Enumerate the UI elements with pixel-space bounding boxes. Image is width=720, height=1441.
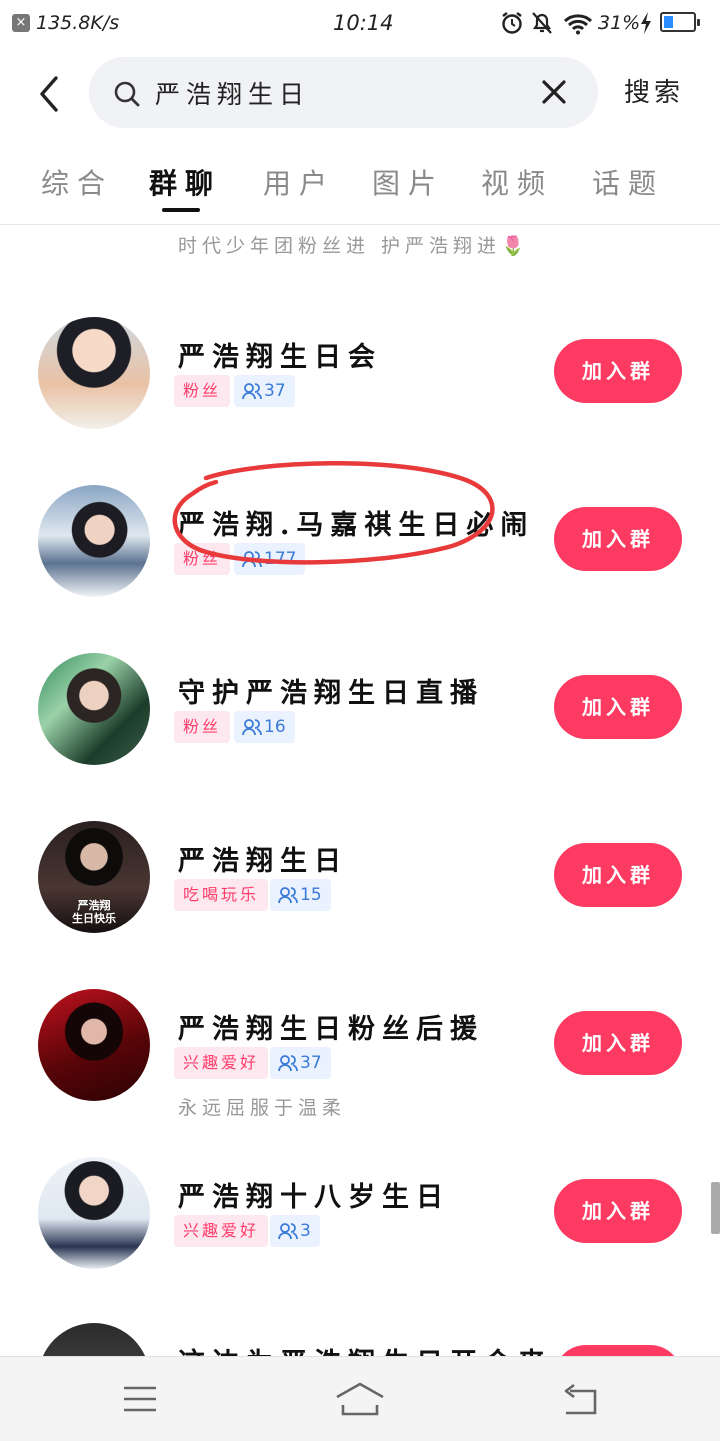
- member-count: 37: [270, 1047, 331, 1079]
- tab-comprehensive[interactable]: 综合: [41, 162, 113, 202]
- system-nav-bar: [0, 1356, 720, 1441]
- status-bar: × 135.8K/s 10:14 31%: [0, 0, 720, 46]
- tab-bar: 综合 群聊 用户 图片 视频 话题: [0, 148, 720, 225]
- group-description: 时代少年团粉丝进 护严浩翔进🌷: [178, 235, 530, 257]
- join-group-button[interactable]: 加入群: [554, 843, 682, 907]
- avatar: [38, 485, 150, 597]
- home-icon[interactable]: [334, 1381, 386, 1417]
- list-item-partial-bottom[interactable]: 这边为严浩翔生日开会来: [0, 1323, 720, 1356]
- network-speed: 135.8K/s: [36, 12, 120, 34]
- tab-topics[interactable]: 话题: [592, 162, 664, 202]
- avatar: [38, 317, 150, 429]
- group-result-list: 时代少年团粉丝进 护严浩翔进🌷 严浩翔生日会 粉丝 37 加入群 严浩翔.马嘉祺…: [0, 225, 720, 1356]
- join-group-button[interactable]: 加入群: [554, 1179, 682, 1243]
- member-count: 177: [234, 543, 306, 575]
- member-count-value: 16: [264, 717, 286, 737]
- members-icon: [278, 1223, 298, 1240]
- join-group-button[interactable]: 加入群: [554, 1011, 682, 1075]
- menu-icon[interactable]: [122, 1385, 158, 1413]
- list-item[interactable]: 守护严浩翔生日直播 粉丝 16 加入群: [0, 653, 720, 821]
- member-count-value: 3: [300, 1221, 311, 1241]
- group-name: 严浩翔生日粉丝后援: [178, 1014, 484, 1045]
- list-item[interactable]: 严浩翔 生日快乐 严浩翔生日 吃喝玩乐 15 加入群: [0, 821, 720, 989]
- category-tag: 兴趣爱好: [174, 1215, 269, 1247]
- search-box[interactable]: 严浩翔生日: [89, 57, 598, 128]
- active-tab-indicator: [162, 208, 200, 212]
- clear-icon[interactable]: [541, 79, 567, 105]
- scrollbar[interactable]: [711, 1182, 720, 1234]
- avatar-caption: 严浩翔: [77, 899, 111, 912]
- search-button[interactable]: 搜索: [624, 72, 684, 109]
- member-count-value: 15: [300, 885, 322, 905]
- back-arrow-icon[interactable]: [34, 74, 70, 114]
- avatar: [38, 653, 150, 765]
- category-tag: 兴趣爱好: [174, 1047, 269, 1079]
- avatar: [38, 1323, 150, 1356]
- avatar: [38, 989, 150, 1101]
- members-icon: [242, 551, 262, 568]
- list-item[interactable]: 严浩翔生日会 粉丝 37 加入群: [0, 317, 720, 485]
- list-item-partial-top[interactable]: 时代少年团粉丝进 护严浩翔进🌷: [0, 225, 720, 261]
- tab-videos[interactable]: 视频: [481, 162, 553, 202]
- member-count-value: 37: [300, 1053, 322, 1073]
- notification-close-icon: ×: [12, 14, 30, 32]
- search-input[interactable]: 严浩翔生日: [155, 75, 310, 111]
- list-item[interactable]: 严浩翔生日粉丝后援 兴趣爱好 37 永远屈服于温柔 加入群: [0, 989, 720, 1157]
- category-tag: 粉丝: [174, 543, 231, 575]
- group-name: 严浩翔十八岁生日: [178, 1182, 450, 1213]
- join-group-button[interactable]: 加入群: [554, 507, 682, 571]
- tab-users[interactable]: 用户: [263, 162, 335, 202]
- search-icon: [114, 81, 140, 107]
- join-group-button[interactable]: 加入群: [554, 675, 682, 739]
- mute-bell-icon: [532, 12, 552, 34]
- list-item[interactable]: 严浩翔十八岁生日 兴趣爱好 3 加入群: [0, 1157, 720, 1325]
- group-name: 严浩翔生日会: [178, 342, 382, 373]
- list-item[interactable]: 严浩翔.马嘉祺生日必闹 粉丝 177 加入群: [0, 485, 720, 653]
- alarm-icon: [502, 12, 522, 34]
- member-count-value: 37: [264, 381, 286, 401]
- back-icon[interactable]: [560, 1383, 600, 1417]
- members-icon: [242, 719, 262, 736]
- member-count: 15: [270, 879, 331, 911]
- tab-images[interactable]: 图片: [372, 162, 444, 202]
- battery-fill: [664, 16, 673, 28]
- join-group-button[interactable]: [554, 1345, 682, 1356]
- members-icon: [242, 383, 262, 400]
- member-count: 16: [234, 711, 295, 743]
- group-name: 守护严浩翔生日直播: [178, 678, 484, 709]
- members-icon: [278, 887, 298, 904]
- avatar-caption: 生日快乐: [72, 912, 116, 925]
- battery-percent: 31%: [598, 12, 641, 34]
- member-count-value: 177: [264, 549, 297, 569]
- avatar: [38, 1157, 150, 1269]
- wifi-icon: [563, 14, 593, 35]
- battery-icon: [660, 12, 700, 32]
- join-group-button[interactable]: 加入群: [554, 339, 682, 403]
- clock: 10:14: [333, 11, 394, 35]
- members-icon: [278, 1055, 298, 1072]
- category-tag: 粉丝: [174, 711, 231, 743]
- member-count: 3: [270, 1215, 320, 1247]
- category-tag: 吃喝玩乐: [174, 879, 269, 911]
- group-name: 严浩翔.马嘉祺生日必闹: [178, 510, 535, 541]
- group-name: 这边为严浩翔生日开会来: [178, 1341, 552, 1356]
- category-tag: 粉丝: [174, 375, 231, 407]
- avatar: 严浩翔 生日快乐: [38, 821, 150, 933]
- charging-icon: [641, 12, 651, 34]
- tab-group-chat[interactable]: 群聊: [149, 162, 221, 202]
- member-count: 37: [234, 375, 295, 407]
- group-description: 永远屈服于温柔: [178, 1097, 347, 1119]
- group-name: 严浩翔生日: [178, 846, 348, 877]
